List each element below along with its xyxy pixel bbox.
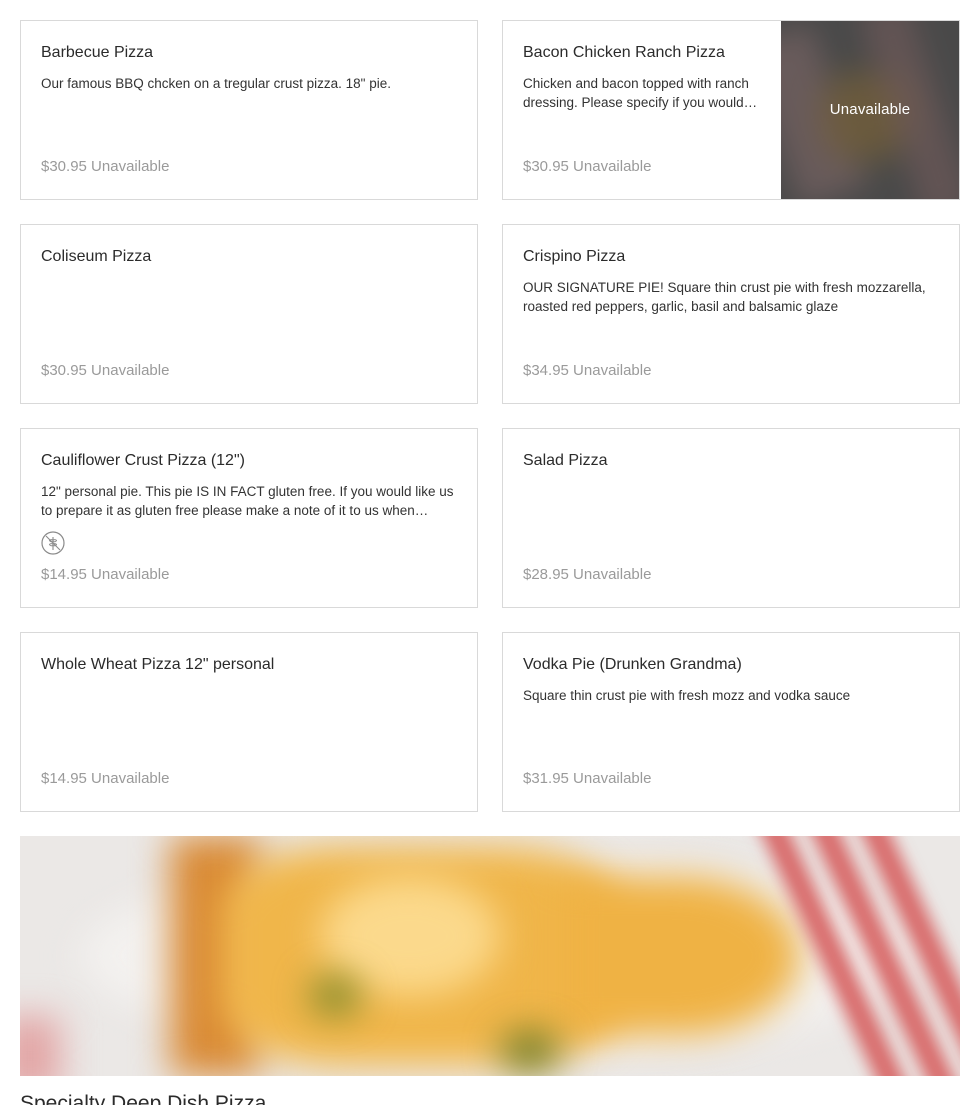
item-description: OUR SIGNATURE PIE! Square thin crust pie… <box>523 280 926 314</box>
item-price-status: $34.95 Unavailable <box>523 362 652 379</box>
menu-item-card[interactable]: Coliseum Pizza $30.95 Unavailable <box>20 224 478 404</box>
item-title: Bacon Chicken Ranch Pizza <box>523 44 725 61</box>
menu-item-grid: Barbecue Pizza Our famous BBQ chcken on … <box>20 20 960 812</box>
item-price-status: $31.95 Unavailable <box>523 770 652 787</box>
item-title: Coliseum Pizza <box>41 248 152 265</box>
item-title: Barbecue Pizza <box>41 44 154 61</box>
menu-item-card[interactable]: Vodka Pie (Drunken Grandma) Square thin … <box>502 632 960 812</box>
gluten-free-icon <box>41 531 65 555</box>
section-heading: Specialty Deep Dish Pizza <box>20 1092 267 1105</box>
item-price-status: $30.95 Unavailable <box>523 158 652 175</box>
item-description: Chicken and bacon topped with ranch dres… <box>523 76 749 110</box>
item-description: 12" personal pie. This pie IS IN FACT gl… <box>41 484 454 518</box>
menu-item-card[interactable]: Salad Pizza $28.95 Unavailable <box>502 428 960 608</box>
item-title: Whole Wheat Pizza 12" personal <box>41 656 275 673</box>
item-description: Our famous BBQ chcken on a tregular crus… <box>41 76 391 91</box>
item-price-status: $28.95 Unavailable <box>523 566 652 583</box>
item-title: Cauliflower Crust Pizza (12") <box>41 452 245 469</box>
item-price-status: $30.95 Unavailable <box>41 158 170 175</box>
menu-item-card[interactable]: Bacon Chicken Ranch Pizza Chicken and ba… <box>502 20 960 200</box>
menu-item-card[interactable]: Barbecue Pizza Our famous BBQ chcken on … <box>20 20 478 200</box>
item-title: Vodka Pie (Drunken Grandma) <box>523 656 742 673</box>
item-price-status: $14.95 Unavailable <box>41 566 170 583</box>
menu-item-card[interactable]: Crispino Pizza OUR SIGNATURE PIE! Square… <box>502 224 960 404</box>
section-banner-image <box>20 836 960 1076</box>
menu-item-card[interactable]: Cauliflower Crust Pizza (12") 12" person… <box>20 428 478 608</box>
item-photo: Unavailable <box>781 21 959 199</box>
unavailable-overlay-label: Unavailable <box>829 101 911 118</box>
item-title: Crispino Pizza <box>523 248 626 265</box>
item-price-status: $30.95 Unavailable <box>41 362 170 379</box>
item-price-status: $14.95 Unavailable <box>41 770 170 787</box>
item-description: Square thin crust pie with fresh mozz an… <box>523 688 851 703</box>
menu-item-card[interactable]: Whole Wheat Pizza 12" personal $14.95 Un… <box>20 632 478 812</box>
item-title: Salad Pizza <box>523 452 608 469</box>
